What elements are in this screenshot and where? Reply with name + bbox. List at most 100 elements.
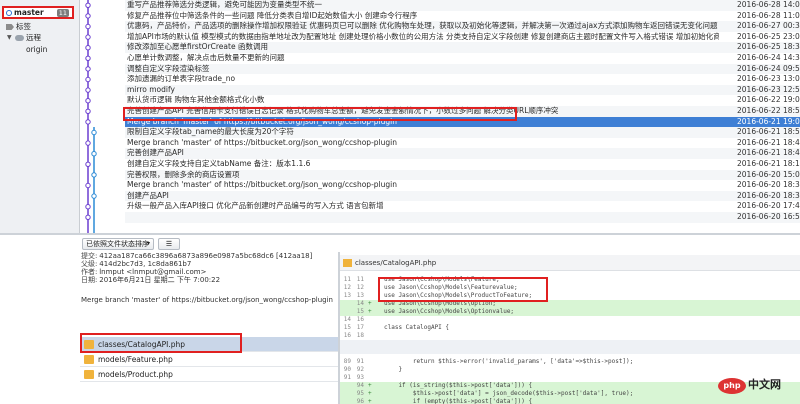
commit-row[interactable]: 增加API市场的默认值 模型模式的数据由指单地址改为配置地址 创建处理价格小数位… <box>125 32 800 43</box>
commit-date: 2016-06-20 18:37 <box>737 190 800 200</box>
diff-sign: + <box>368 300 372 307</box>
commit-row[interactable]: 优惠码，产品特价，产品选项的删除操作增加权限验证 优惠码页已可以删除 优化购物车… <box>125 21 800 32</box>
commit-date: 2016-06-21 18:58 <box>737 127 800 137</box>
remotes-label: 远程 <box>26 33 41 42</box>
sidebar-item-remotes[interactable]: ▼ 远程 <box>4 32 41 44</box>
diff-file-header[interactable]: classes/CatalogAPI.php <box>340 255 800 271</box>
commit-date: 2016-06-27 00:30 <box>737 21 800 31</box>
commit-date: 2016-06-20 17:42 <box>737 201 800 211</box>
commit-message: 完善创建产品API <box>127 148 184 158</box>
commit-row[interactable]: 2016-06-20 16:56 <box>125 212 800 223</box>
file-item[interactable]: models/Product.php <box>80 367 338 382</box>
diff-line: 15 17 class CatalogAPI { <box>340 324 800 332</box>
commit-graph <box>85 0 97 233</box>
commit-message: 心愿单计数调整，解决点击后数量不更新的问题 <box>127 53 285 62</box>
commit-node <box>85 23 91 30</box>
diff-n2: 12 <box>356 284 364 291</box>
php-file-icon <box>84 355 94 364</box>
diff-file-name: classes/CatalogAPI.php <box>355 259 437 267</box>
commit-date: 2016-06-24 09:56 <box>737 63 800 73</box>
commit-message: Merge branch 'master' of https://bitbuck… <box>127 180 397 190</box>
diff-n2: 13 <box>356 292 364 299</box>
commit-row[interactable]: Merge branch 'master' of https://bitbuck… <box>125 180 800 191</box>
commit-node <box>85 214 91 221</box>
detail-value[interactable]: 414d2bc7d3, 1c8da861b7 <box>99 260 191 268</box>
diff-n1: 15 <box>343 324 351 331</box>
commit-node <box>91 151 97 157</box>
commit-message: Merge branch 'master' of https://bitbuck… <box>81 296 333 304</box>
commit-node <box>85 161 91 168</box>
commit-date: 2016-06-21 18:43 <box>737 137 800 147</box>
commit-node <box>85 119 91 125</box>
commit-date: 2016-06-21 18:12 <box>737 159 800 168</box>
commit-row[interactable]: 添加遗漏的订单表字段trade_no 2016-06-23 13:07 <box>125 74 800 85</box>
diff-n1: 14 <box>343 316 351 323</box>
commit-node <box>85 2 91 9</box>
diff-code: return $this->error('invalid_params', ['… <box>384 358 634 365</box>
commit-row[interactable]: 默认货币逻辑 购物车其他金额格式化小数 2016-06-22 19:07 <box>125 95 800 106</box>
commit-row[interactable]: 限制自定义字段tab_name的最大长度为20个字符 2016-06-21 18:… <box>125 127 800 138</box>
tags-label: 标签 <box>16 22 31 31</box>
commit-row[interactable]: 修复产品推荐位中筛选条件的一些问题 降低分类表自增ID起始数值大小 创建命令行程… <box>125 11 800 22</box>
commit-message: 添加遗漏的订单表字段trade_no <box>127 74 236 84</box>
commit-row[interactable]: 心愿单计数调整，解决点击后数量不更新的问题 2016-06-24 14:32 <box>125 53 800 64</box>
diff-n2: 17 <box>356 324 364 331</box>
commit-node <box>85 140 91 146</box>
commit-node <box>85 66 91 72</box>
diff-n2: 95 <box>356 390 364 397</box>
commit-node <box>85 87 91 93</box>
diff-n2: 94 <box>356 382 364 389</box>
commit-row[interactable]: Merge branch 'master' of https://bitbuck… <box>125 138 800 149</box>
commit-row[interactable]: 重写产品推荐筛选分类逻辑，避免可能因为变量类型不统一 2016-06-28 14:… <box>125 0 800 11</box>
commit-row[interactable]: 完善权限，删除多余的商店设置项 2016-06-20 15:04 <box>125 169 800 181</box>
sidebar-item-master[interactable]: master 11 <box>2 6 74 19</box>
diff-n1: 11 <box>343 276 351 283</box>
commit-row[interactable]: 升级一般产品入库API接口 优化产品新创建时产品编号的写入方式 语言包新增 201… <box>125 201 800 212</box>
commit-date: 2016-06-23 13:07 <box>737 74 800 84</box>
diff-line: 89 91 return $this->error('invalid_params… <box>340 358 800 366</box>
commit-row[interactable]: 调整自定义字段渲染标签 2016-06-24 09:56 <box>125 63 800 75</box>
detail-key: 日期: <box>81 276 98 284</box>
commit-row[interactable]: 创建自定义字段支持自定义tabName 备注：版本1.1.6 2016-06-21… <box>125 159 800 170</box>
commit-row[interactable]: 创建产品API 2016-06-20 18:37 <box>125 190 800 202</box>
diff-code: use Jason\Ccshop\Models\Optionvalue; <box>384 308 515 315</box>
branch-label: master <box>14 8 44 17</box>
horizontal-divider[interactable] <box>0 233 800 235</box>
chevron-down-icon[interactable]: ▼ <box>7 32 12 44</box>
diff-n2: 93 <box>356 374 364 381</box>
sort-dropdown[interactable]: 已依照文件状态排序 ▾ <box>82 238 154 250</box>
sidebar-item-origin[interactable]: origin <box>26 44 47 56</box>
diff-n2: 91 <box>356 358 364 365</box>
commit-node <box>85 204 91 210</box>
diff-line: 15 + use Jason\Ccshop\Models\Optionvalue; <box>340 308 800 316</box>
detail-value: 2016年6月21日 星期二 下午 7:00:22 <box>99 276 221 284</box>
diff-sign: + <box>368 308 372 315</box>
commit-row[interactable]: 修改添加至心愿单firstOrCreate 函数调用 2016-06-25 18:… <box>125 42 800 53</box>
commit-date: 2016-06-20 15:04 <box>737 169 800 179</box>
commit-node <box>85 13 91 19</box>
commit-node <box>85 98 91 104</box>
commit-message: mirro modify <box>127 84 175 94</box>
branch-icon <box>6 10 12 16</box>
diff-line: 14 16 <box>340 316 800 324</box>
file-name: models/Product.php <box>98 370 173 379</box>
view-options-button[interactable]: ☰ <box>158 238 180 250</box>
commit-message: 重写产品推荐筛选分类逻辑，避免可能因为变量类型不统一 <box>127 0 322 9</box>
file-item[interactable]: models/Feature.php <box>80 352 338 367</box>
commit-message: 创建产品API <box>127 190 169 200</box>
diff-n2: 11 <box>356 276 364 283</box>
sort-label: 已依照文件状态排序 <box>86 240 149 248</box>
commit-message: 增加API市场的默认值 模型模式的数据由指单地址改为配置地址 创建处理价格小数位… <box>127 31 719 41</box>
commit-node <box>85 108 91 115</box>
file-name: models/Feature.php <box>98 355 173 364</box>
commit-row[interactable]: mirro modify 2016-06-23 12:52 <box>125 84 800 96</box>
commit-date: 2016-06-21 19:00 <box>737 116 800 126</box>
watermark-logo: php 中文网 <box>718 372 798 400</box>
commit-node <box>85 182 91 189</box>
php-file-icon <box>343 259 352 267</box>
commit-message: Merge branch 'master' of https://bitbuck… <box>127 137 397 147</box>
diff-code: class CatalogAPI { <box>384 324 450 331</box>
diff-line: 16 18 <box>340 332 800 340</box>
commit-row[interactable]: 完善创建产品API 2016-06-21 18:41 <box>125 148 800 159</box>
diff-n2: 96 <box>356 398 364 404</box>
